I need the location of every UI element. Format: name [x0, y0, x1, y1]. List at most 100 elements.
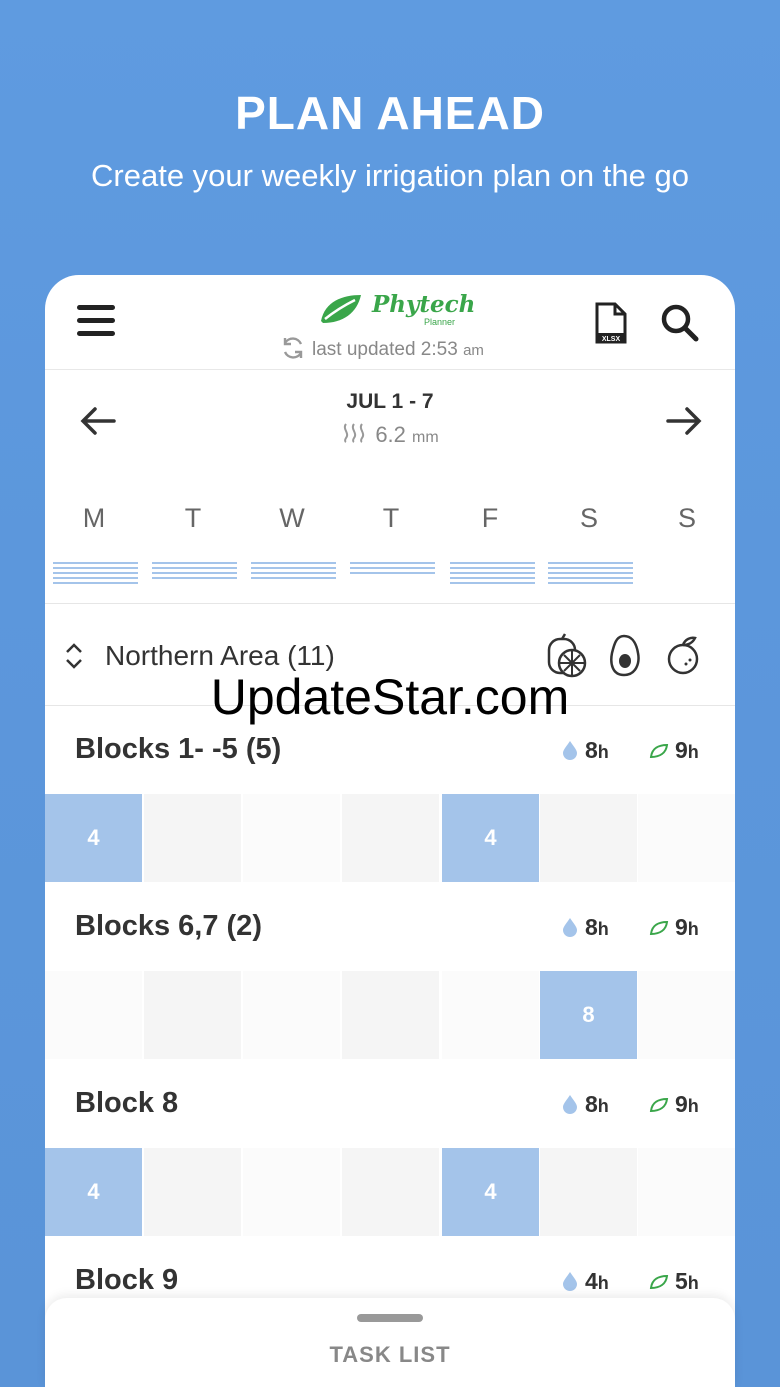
hour-unit: h: [687, 1273, 699, 1293]
schedule-cell[interactable]: 4: [442, 794, 539, 882]
last-updated: last updated 2:53 am: [280, 335, 484, 361]
schedule-cell[interactable]: 4: [45, 1148, 142, 1236]
hour-unit: h: [597, 1273, 609, 1293]
schedule-cell[interactable]: [342, 794, 439, 882]
phone-screen: Phytech Planner last updated 2:53 am XLS…: [45, 275, 735, 1387]
day-label[interactable]: T: [342, 503, 440, 534]
schedule-cell[interactable]: [342, 971, 439, 1059]
orange-icon[interactable]: [665, 633, 711, 679]
day-irrigation-bar: [251, 562, 336, 582]
phytech-logo: Phytech Planner: [317, 291, 475, 331]
rainfall-summary: 6.2 mm: [45, 422, 735, 448]
promo-subtitle: Create your weekly irrigation plan on th…: [91, 158, 689, 193]
day-label[interactable]: M: [45, 503, 143, 534]
schedule-cell[interactable]: [638, 971, 735, 1059]
block-schedule-row: 44: [45, 1148, 735, 1236]
block-title[interactable]: Blocks 6,7 (2): [75, 910, 262, 943]
schedule-cell[interactable]: 4: [45, 794, 142, 882]
crop-hours-value: 5: [675, 1268, 688, 1294]
water-hours: 8h: [585, 914, 609, 941]
day-irrigation-bar: [350, 562, 435, 577]
task-list-sheet[interactable]: TASK LIST: [45, 1298, 735, 1387]
crop-hours-value: 9: [675, 1091, 688, 1117]
area-name: Northern Area (11): [105, 640, 335, 671]
day-label[interactable]: S: [540, 503, 638, 534]
water-drop-icon: [563, 1272, 577, 1291]
leaf-icon: [649, 920, 669, 936]
week-range: JUL 1 - 7: [346, 390, 434, 413]
schedule-cell[interactable]: [243, 971, 340, 1059]
day-label[interactable]: T: [144, 503, 242, 534]
last-updated-text: last updated 2:53: [312, 339, 458, 360]
water-drop-icon: [563, 741, 577, 760]
hour-unit: h: [597, 1096, 609, 1116]
schedule-cell[interactable]: [540, 794, 637, 882]
block-title[interactable]: Block 9: [75, 1264, 178, 1297]
rain-unit: mm: [412, 429, 439, 446]
water-hours: 8h: [585, 737, 609, 764]
schedule-cell[interactable]: [540, 1148, 637, 1236]
weekday-header: M T W T F S S: [45, 503, 735, 539]
water-drop-icon: [563, 1095, 577, 1114]
crop-hours: 9h: [675, 914, 699, 941]
water-hours: 4h: [585, 1268, 609, 1295]
divider: [45, 705, 735, 706]
leaf-logo-icon: [321, 295, 361, 323]
last-updated-suffix: am: [463, 342, 484, 359]
app-header: Phytech Planner last updated 2:53 am XLS…: [45, 275, 735, 370]
schedule-cell[interactable]: 4: [442, 1148, 539, 1236]
heat-waves-icon: [344, 423, 365, 443]
schedule-cell[interactable]: [144, 1148, 241, 1236]
logo-subtitle: Planner: [424, 317, 456, 327]
svg-text:XLSX: XLSX: [602, 336, 621, 343]
crop-hours-value: 9: [675, 914, 688, 940]
block-schedule-row: 44: [45, 794, 735, 882]
day-irrigation-bar: [450, 562, 535, 587]
water-hours-value: 8: [585, 1091, 598, 1117]
schedule-cell[interactable]: [638, 794, 735, 882]
schedule-cell[interactable]: [442, 971, 539, 1059]
task-list-label: TASK LIST: [329, 1342, 451, 1367]
day-irrigation-bar: [53, 562, 138, 587]
schedule-cell[interactable]: [243, 1148, 340, 1236]
search-icon[interactable]: [660, 303, 700, 343]
block-title[interactable]: Blocks 1- -5 (5): [75, 733, 281, 766]
block-title[interactable]: Block 8: [75, 1087, 178, 1120]
day-label[interactable]: S: [638, 503, 735, 534]
sort-toggle-icon[interactable]: [63, 641, 85, 671]
week-navigator: JUL 1 - 7 6.2 mm: [45, 370, 735, 465]
schedule-cell[interactable]: 8: [540, 971, 637, 1059]
hour-unit: h: [687, 742, 699, 762]
divider: [45, 603, 735, 604]
schedule-cell[interactable]: [342, 1148, 439, 1236]
schedule-cell[interactable]: [144, 794, 241, 882]
schedule-cell[interactable]: [243, 794, 340, 882]
leaf-icon: [649, 743, 669, 759]
next-week-arrow-icon[interactable]: [666, 406, 702, 436]
schedule-cell[interactable]: [638, 1148, 735, 1236]
day-irrigation-bar: [152, 562, 237, 582]
rain-value: 6.2: [375, 422, 406, 447]
crop-hours: 9h: [675, 737, 699, 764]
drag-handle[interactable]: [357, 1314, 423, 1322]
day-label[interactable]: W: [243, 503, 341, 534]
schedule-cell[interactable]: [45, 971, 142, 1059]
water-hours-value: 8: [585, 737, 598, 763]
leaf-icon: [649, 1274, 669, 1290]
leaf-icon: [649, 1097, 669, 1113]
area-row[interactable]: Northern Area (11): [45, 605, 735, 705]
crop-hours: 9h: [675, 1091, 699, 1118]
logo-name: Phytech: [372, 291, 476, 318]
hour-unit: h: [687, 919, 699, 939]
hour-unit: h: [597, 919, 609, 939]
day-label[interactable]: F: [441, 503, 539, 534]
water-hours-value: 8: [585, 914, 598, 940]
schedule-cell[interactable]: [144, 971, 241, 1059]
hamburger-menu-icon[interactable]: [77, 305, 115, 337]
water-hours: 8h: [585, 1091, 609, 1118]
citrus-icon[interactable]: [545, 633, 591, 679]
xlsx-file-icon[interactable]: XLSX: [595, 302, 627, 344]
avocado-icon[interactable]: [606, 633, 652, 679]
refresh-icon[interactable]: [280, 335, 306, 361]
water-hours-value: 4: [585, 1268, 598, 1294]
